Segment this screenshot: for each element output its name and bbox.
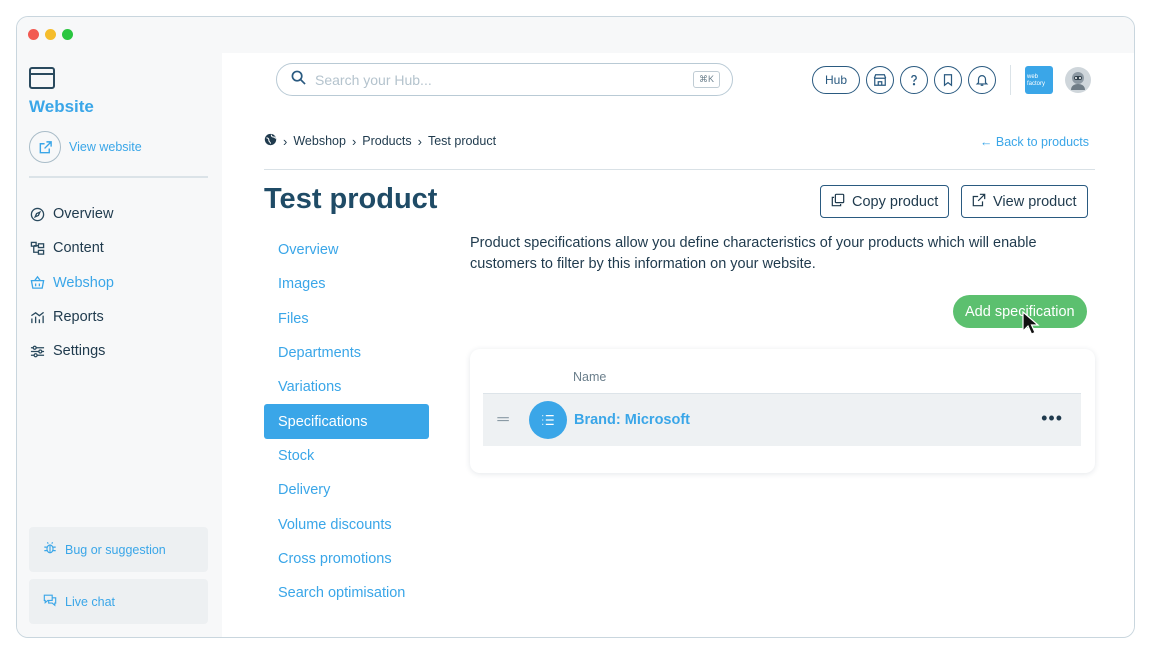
title-bar [17, 17, 1134, 53]
content-tree-icon [29, 240, 45, 256]
back-to-products-link[interactable]: ← Back to products [980, 135, 1089, 149]
sidebar: Website View website Overview Content We… [17, 53, 222, 637]
column-header-name: Name [573, 370, 607, 384]
sidebar-item-label: Webshop [53, 274, 114, 291]
toolbar-separator [1010, 65, 1012, 95]
copy-icon [831, 193, 845, 211]
minimize-window-dot[interactable] [45, 29, 56, 40]
search-input[interactable] [315, 71, 675, 88]
sidebar-item-webshop[interactable]: Webshop [29, 266, 114, 300]
chat-icon [43, 593, 57, 610]
search-icon [291, 70, 306, 90]
sidebar-divider [29, 176, 208, 178]
view-website-link[interactable]: View website [29, 131, 142, 163]
subnav-volume-discounts[interactable]: Volume discounts [264, 507, 429, 541]
add-specification-button[interactable]: Add specification [953, 295, 1087, 328]
subnav-departments[interactable]: Departments [264, 336, 429, 370]
top-toolbar: Hub web factory [812, 65, 1092, 95]
bell-icon[interactable] [968, 66, 997, 94]
sliders-icon [29, 343, 45, 359]
subnav-variations[interactable]: Variations [264, 370, 429, 404]
browser-window-icon [29, 67, 55, 89]
view-website-label: View website [69, 140, 142, 154]
maximize-window-dot[interactable] [62, 29, 73, 40]
live-chat-label: Live chat [65, 594, 116, 609]
chart-icon [29, 309, 45, 325]
sidebar-item-overview[interactable]: Overview [29, 197, 114, 231]
specifications-table: Name ═ Brand: Microsoft ••• [470, 349, 1095, 473]
external-link-icon [29, 131, 61, 163]
basket-icon [29, 275, 45, 291]
chevron-right-icon: › [417, 133, 422, 149]
view-product-button[interactable]: View product [961, 185, 1088, 218]
compass-icon [29, 206, 45, 222]
sidebar-item-label: Settings [53, 343, 106, 360]
table-row[interactable]: ═ Brand: Microsoft ••• [483, 393, 1081, 446]
header-divider [264, 169, 1095, 170]
sidebar-item-label: Overview [53, 206, 114, 223]
subnav-specifications[interactable]: Specifications [264, 404, 429, 439]
bookmark-icon[interactable] [934, 66, 963, 94]
sidebar-item-content[interactable]: Content [29, 231, 114, 265]
breadcrumb-webshop[interactable]: Webshop [293, 134, 346, 148]
webfactory-logo[interactable]: web factory [1025, 66, 1054, 94]
bug-report-button[interactable]: Bug or suggestion [29, 527, 208, 572]
store-icon[interactable] [866, 66, 895, 94]
copy-product-button[interactable]: Copy product [820, 185, 950, 218]
list-icon [529, 401, 567, 439]
globe-icon[interactable] [264, 133, 277, 149]
bug-report-label: Bug or suggestion [65, 542, 166, 557]
mouse-cursor-icon [1022, 311, 1040, 335]
breadcrumb: › Webshop › Products › Test product [264, 133, 496, 149]
sidebar-item-label: Reports [53, 309, 104, 326]
external-link-icon [972, 193, 986, 211]
subnav-stock[interactable]: Stock [264, 439, 429, 473]
subnav-files[interactable]: Files [264, 302, 429, 336]
more-options-icon[interactable]: ••• [1041, 408, 1063, 429]
breadcrumb-products[interactable]: Products [362, 134, 411, 148]
sidebar-item-settings[interactable]: Settings [29, 334, 114, 368]
search-bar[interactable]: ⌘K [276, 63, 733, 96]
bug-icon [43, 541, 57, 558]
breadcrumb-current: Test product [427, 134, 497, 148]
site-title: Website [29, 97, 94, 116]
main-content: ⌘K Hub web factory [222, 53, 1134, 637]
subnav-overview[interactable]: Overview [264, 233, 429, 267]
subnav-search-optimisation[interactable]: Search optimisation [264, 576, 429, 610]
help-icon[interactable] [900, 66, 929, 94]
spec-name-link[interactable]: Brand: Microsoft [574, 412, 690, 428]
page-title: Test product [264, 183, 438, 215]
sidebar-nav: Overview Content Webshop Reports Setting… [29, 197, 114, 368]
drag-handle-icon[interactable]: ═ [483, 411, 523, 429]
product-subnav: Overview Images Files Departments Variat… [264, 233, 429, 610]
chevron-right-icon: › [283, 133, 288, 149]
search-shortcut-hint: ⌘K [692, 71, 720, 88]
subnav-delivery[interactable]: Delivery [264, 473, 429, 507]
app-window: Website View website Overview Content We… [16, 16, 1135, 638]
subnav-images[interactable]: Images [264, 267, 429, 301]
live-chat-button[interactable]: Live chat [29, 579, 208, 624]
hub-button[interactable]: Hub [812, 66, 861, 94]
subnav-cross-promotions[interactable]: Cross promotions [264, 542, 429, 576]
user-avatar[interactable] [1065, 67, 1092, 93]
view-product-label: View product [993, 193, 1077, 210]
close-window-dot[interactable] [28, 29, 39, 40]
specifications-description: Product specifications allow you define … [470, 235, 1037, 272]
sidebar-item-reports[interactable]: Reports [29, 300, 114, 334]
copy-product-label: Copy product [852, 193, 939, 210]
sidebar-item-label: Content [53, 240, 104, 257]
chevron-right-icon: › [351, 133, 357, 149]
